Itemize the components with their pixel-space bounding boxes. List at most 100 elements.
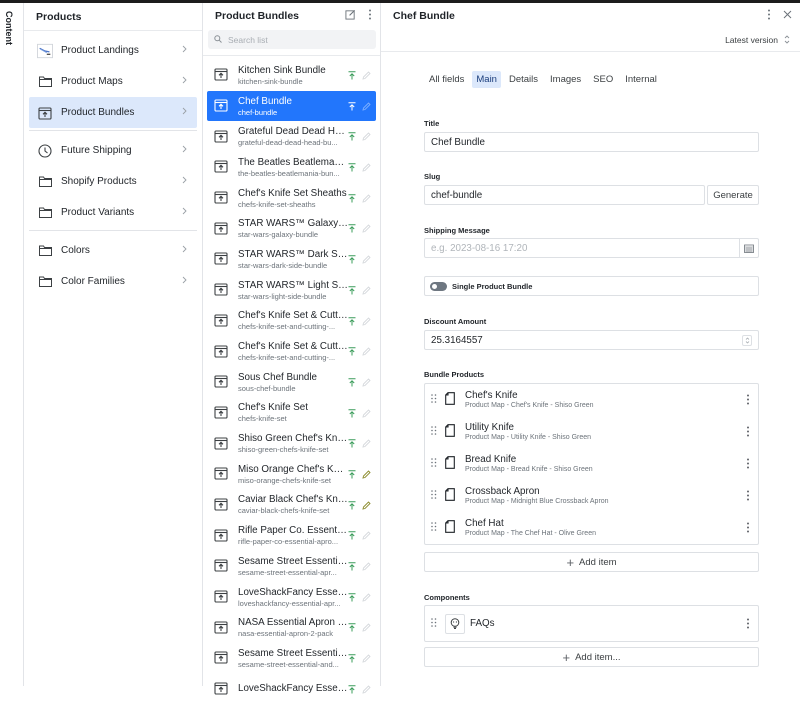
publish-box-icon (214, 282, 230, 298)
search-field[interactable] (208, 30, 376, 49)
tab-details[interactable]: Details (505, 71, 542, 88)
tab-all-fields[interactable]: All fields (425, 71, 468, 88)
bundle-product-item[interactable]: Crossback Apron Product Map - Midnight Bl… (425, 480, 758, 512)
document-list-item[interactable]: LoveShackFancy Essenti... loveshackfancy-… (207, 582, 376, 613)
content-tool-label[interactable]: Content (4, 11, 14, 45)
document-list-item[interactable]: Sesame Street Essential... sesame-street-… (207, 643, 376, 674)
item-menu-icon[interactable] (746, 490, 750, 504)
field-group-tabs: All fields Main Details Images SEO Internal (425, 71, 661, 88)
number-stepper-icon[interactable] (742, 335, 752, 346)
document-list-item[interactable]: Chef's Knife Set Sheaths chefs-knife-set-… (207, 183, 376, 214)
chevron-right-icon (182, 276, 187, 287)
bundle-product-item[interactable]: Utility Knife Product Map - Utility Knife… (425, 416, 758, 448)
single-product-bundle-toggle[interactable] (430, 281, 447, 291)
more-menu-icon[interactable] (368, 9, 372, 23)
document-list-item[interactable]: Grateful Dead Dead Hea... grateful-dead-d… (207, 121, 376, 152)
document-list-item[interactable]: Sous Chef Bundle sous-chef-bundle (207, 367, 376, 398)
list-item-slug: kitchen-sink-bundle (238, 76, 303, 86)
drag-handle-icon[interactable] (431, 458, 437, 470)
bundle-product-item[interactable]: Bread Knife Product Map - Bread Knife - S… (425, 448, 758, 480)
published-status-icon (348, 378, 356, 390)
publish-box-icon (214, 466, 230, 482)
component-item[interactable]: FAQs (425, 606, 758, 641)
document-title: Chef Bundle (393, 10, 455, 22)
item-menu-icon[interactable] (746, 426, 750, 440)
nav-item-future-shipping[interactable]: Future Shipping (29, 135, 197, 166)
compose-icon[interactable] (345, 9, 356, 23)
publish-box-icon (214, 650, 230, 666)
add-bundle-item-button[interactable]: + Add item (424, 552, 759, 572)
document-list-item[interactable]: STAR WARS™ Dark Side... star-wars-dark-si… (207, 244, 376, 275)
drag-handle-icon[interactable] (431, 522, 437, 534)
tab-main[interactable]: Main (472, 71, 501, 88)
add-component-button[interactable]: + Add item... (424, 647, 759, 667)
search-input[interactable] (228, 34, 358, 45)
document-list-item[interactable]: Miso Orange Chef's Knif... miso-orange-ch… (207, 459, 376, 490)
generate-slug-button[interactable]: Generate (707, 185, 759, 205)
bundle-product-text: Bread Knife Product Map - Bread Knife - S… (465, 454, 593, 474)
document-list-item[interactable]: Kitchen Sink Bundle kitchen-sink-bundle (207, 60, 376, 91)
nav-item-colors[interactable]: Colors (29, 235, 197, 266)
item-menu-icon[interactable] (746, 458, 750, 472)
published-status-icon (348, 316, 356, 329)
shipping-message-input[interactable]: e.g. 2023-08-16 17:20 (424, 238, 759, 258)
close-icon[interactable] (783, 10, 792, 22)
item-menu-icon[interactable] (746, 522, 750, 536)
published-status-icon (348, 255, 356, 267)
draft-status-icon (362, 500, 371, 513)
nav-item-product-variants[interactable]: Product Variants (29, 197, 197, 228)
document-list-item[interactable]: Chef's Knife Set & Cutti... chefs-knife-s… (207, 336, 376, 367)
bundle-product-item[interactable]: Chef's Knife Product Map - Chef's Knife -… (425, 384, 758, 416)
version-label: Latest version (725, 35, 778, 45)
discount-amount-input[interactable]: 25.3164557 (424, 330, 759, 350)
calendar-icon[interactable] (739, 238, 758, 258)
item-menu-icon[interactable] (746, 394, 750, 408)
document-menu-icon[interactable] (767, 9, 771, 23)
tab-images[interactable]: Images (546, 71, 585, 88)
document-list-item[interactable]: Sesame Street Essential... sesame-street-… (207, 551, 376, 582)
clock-icon (37, 143, 53, 159)
drag-handle-icon[interactable] (431, 394, 437, 406)
document-list-item[interactable]: LoveShackFancy Essenti... (207, 674, 376, 704)
tool-rail: Content (0, 3, 24, 686)
document-list-item[interactable]: Rifle Paper Co. Essential... rifle-paper-… (207, 520, 376, 551)
nav-item-product-landings[interactable]: Product Landings (29, 35, 197, 66)
document-list-item[interactable]: STAR WARS™ Light Sid... star-wars-light-s… (207, 275, 376, 306)
publish-box-icon (37, 105, 53, 121)
document-list-item[interactable]: Chef's Knife Set & Cutti... chefs-knife-s… (207, 306, 376, 337)
published-status-icon (348, 623, 356, 635)
document-list-item[interactable]: Caviar Black Chef's Knif... caviar-black-… (207, 490, 376, 521)
list-item-slug: loveshackfancy-essential-apr... (238, 598, 341, 608)
slug-input[interactable]: chef-bundle (424, 185, 705, 205)
tab-seo[interactable]: SEO (589, 71, 617, 88)
tab-internal[interactable]: Internal (621, 71, 661, 88)
shipping-message-placeholder: e.g. 2023-08-16 17:20 (431, 242, 528, 254)
list-item-slug: grateful-dead-dead-head-bu... (238, 138, 338, 148)
document-list-item[interactable]: Chef's Knife Set chefs-knife-set (207, 398, 376, 429)
chevron-right-icon (182, 45, 187, 56)
nav-item-product-bundles[interactable]: Product Bundles (29, 97, 197, 128)
drag-handle-icon[interactable] (431, 617, 437, 630)
document-list-item[interactable]: The Beatles Beatlemani... the-beatles-bea… (207, 152, 376, 183)
nav-item-shopify-products[interactable]: Shopify Products (29, 166, 197, 197)
document-icon (445, 456, 455, 472)
drag-handle-icon[interactable] (431, 426, 437, 438)
list-item-title: STAR WARS™ Dark Side... (238, 248, 348, 260)
draft-status-icon (362, 562, 371, 574)
drag-handle-icon[interactable] (431, 490, 437, 502)
title-input[interactable]: Chef Bundle (424, 132, 759, 152)
bundle-product-item[interactable]: Chef Hat Product Map - The Chef Hat - Oli… (425, 512, 758, 544)
document-list-item[interactable]: Chef Bundle chef-bundle (207, 90, 376, 122)
list-item-text: Miso Orange Chef's Knif... miso-orange-ch… (238, 464, 348, 485)
version-selector[interactable]: Latest version (381, 29, 800, 52)
document-list-item[interactable]: NASA Essential Apron 2... nasa-essential-… (207, 612, 376, 643)
document-list-item[interactable]: STAR WARS™ Galaxy B... star-wars-galaxy-b… (207, 213, 376, 244)
document-list-item[interactable]: Shiso Green Chef's Knif... shiso-green-ch… (207, 428, 376, 459)
bundle-product-subtitle: Product Map - The Chef Hat - Olive Green (465, 530, 596, 537)
nav-item-label: Product Landings (61, 45, 139, 56)
list-item-title: Chef Bundle (238, 95, 292, 107)
list-item-text: Grateful Dead Dead Hea... grateful-dead-d… (238, 126, 348, 147)
nav-item-color-families[interactable]: Color Families (29, 266, 197, 297)
item-menu-icon[interactable] (746, 618, 750, 632)
nav-item-product-maps[interactable]: Product Maps (29, 66, 197, 97)
